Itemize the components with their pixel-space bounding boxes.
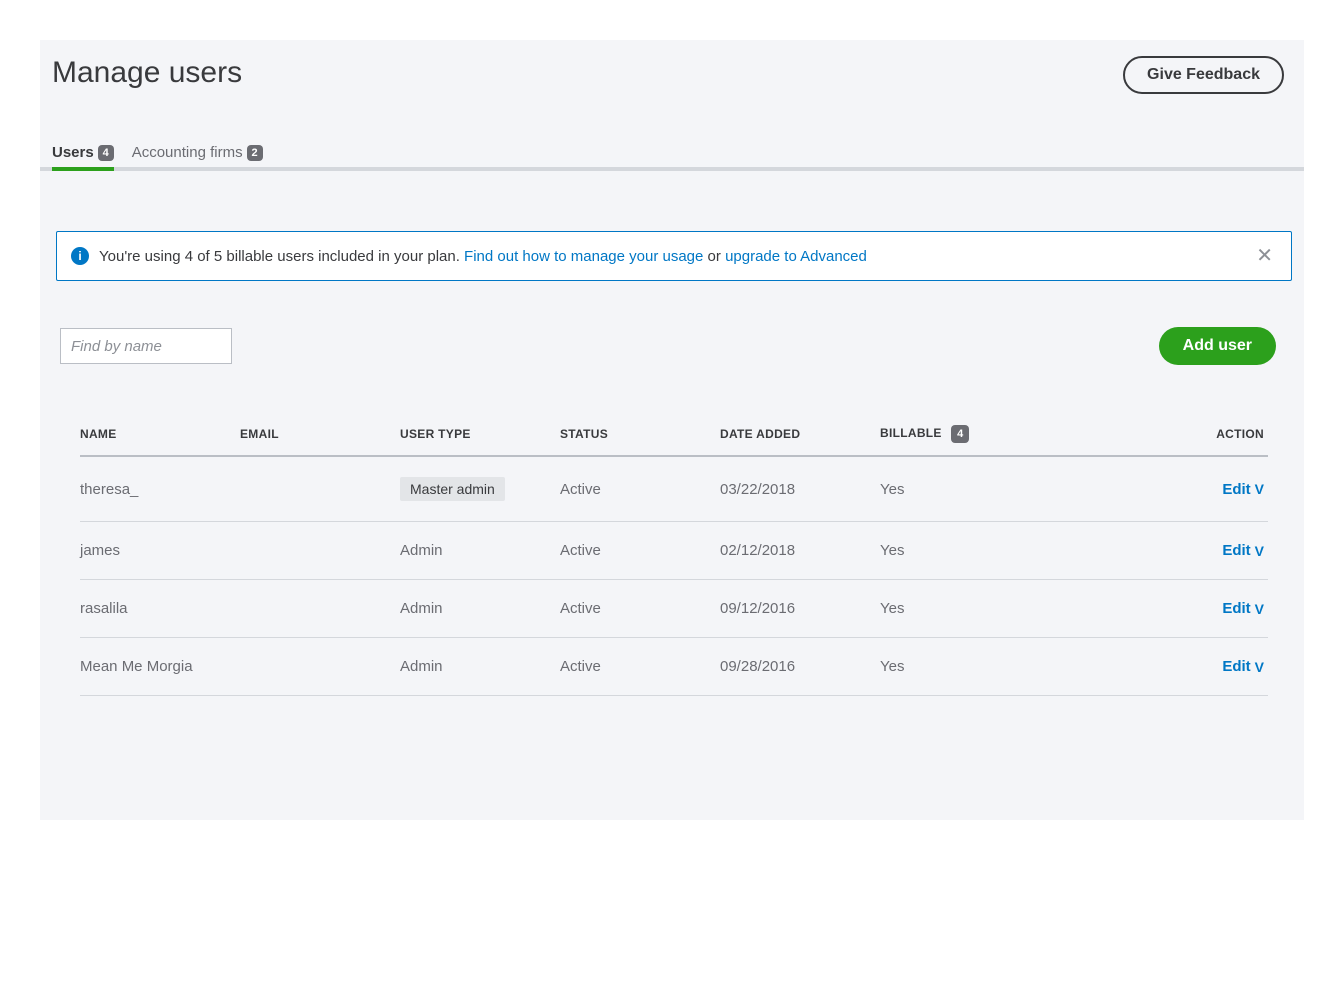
th-billable[interactable]: BILLABLE 4 — [880, 425, 1050, 443]
tabs: Users 4 Accounting firms 2 — [40, 104, 1304, 171]
cell-status: Active — [560, 542, 720, 559]
th-date-added[interactable]: DATE ADDED — [720, 427, 880, 441]
tab-firms-count: 2 — [247, 145, 263, 161]
cell-action: Edit V — [1050, 600, 1268, 617]
notice-body: i You're using 4 of 5 billable users inc… — [71, 247, 867, 265]
cell-name: Mean Me Morgia — [80, 658, 240, 675]
table-header-row: NAME EMAIL USER TYPE STATUS DATE ADDED B… — [80, 415, 1268, 457]
notice-pre: You're using 4 of 5 billable users inclu… — [99, 248, 464, 265]
toolbar: Add user — [60, 327, 1292, 365]
cell-user-type: Admin — [400, 658, 560, 675]
info-icon: i — [71, 247, 89, 265]
tab-users-count: 4 — [98, 145, 114, 161]
table-row: james AdminActive02/12/2018Yes Edit V — [80, 522, 1268, 580]
th-email[interactable]: EMAIL — [240, 427, 400, 441]
cell-action: Edit V — [1050, 658, 1268, 675]
table-row: rasalila AdminActive09/12/2016Yes Edit V — [80, 580, 1268, 638]
th-billable-count: 4 — [951, 425, 969, 443]
users-table: NAME EMAIL USER TYPE STATUS DATE ADDED B… — [60, 415, 1292, 696]
usage-notice: i You're using 4 of 5 billable users inc… — [56, 231, 1292, 281]
edit-label: Edit — [1222, 481, 1250, 498]
edit-button[interactable]: Edit V — [1222, 481, 1264, 498]
cell-status: Active — [560, 658, 720, 675]
edit-label: Edit — [1222, 542, 1250, 559]
cell-date-added: 02/12/2018 — [720, 542, 880, 559]
cell-name: rasalila — [80, 600, 240, 617]
content-area: i You're using 4 of 5 billable users inc… — [40, 171, 1304, 696]
th-action: ACTION — [1050, 427, 1268, 441]
tab-users-label: Users — [52, 144, 94, 161]
notice-text: You're using 4 of 5 billable users inclu… — [99, 248, 867, 265]
cell-billable: Yes — [880, 600, 1050, 617]
manage-users-panel: Manage users Give Feedback Users 4 Accou… — [40, 40, 1304, 820]
table-row: Mean Me Morgia AdminActive09/28/2016Yes Ed… — [80, 638, 1268, 696]
cell-name: theresa_ — [80, 481, 240, 498]
cell-action: Edit V — [1050, 481, 1268, 498]
th-user-type[interactable]: USER TYPE — [400, 427, 560, 441]
close-icon[interactable]: ✕ — [1256, 246, 1273, 266]
page-header: Manage users Give Feedback — [40, 40, 1304, 104]
chevron-down-icon: V — [1255, 543, 1264, 559]
th-billable-label: BILLABLE — [880, 426, 942, 440]
table-body: theresa_Master adminActive03/22/2018YesE… — [80, 457, 1268, 696]
page-title: Manage users — [52, 56, 242, 90]
cell-status: Active — [560, 481, 720, 498]
cell-date-added: 09/12/2016 — [720, 600, 880, 617]
tab-accounting-firms[interactable]: Accounting firms 2 — [132, 144, 263, 167]
manage-usage-link[interactable]: Find out how to manage your usage — [464, 248, 703, 265]
cell-billable: Yes — [880, 542, 1050, 559]
cell-user-type: Admin — [400, 542, 560, 559]
cell-action: Edit V — [1050, 542, 1268, 559]
edit-button[interactable]: Edit V — [1222, 600, 1264, 617]
chevron-down-icon: V — [1255, 659, 1264, 675]
give-feedback-button[interactable]: Give Feedback — [1123, 56, 1284, 94]
upgrade-link[interactable]: upgrade to Advanced — [725, 248, 867, 265]
cell-name: james — [80, 542, 240, 559]
table-row: theresa_ Master admin Active03/22/2018Yes E… — [80, 457, 1268, 522]
th-name[interactable]: NAME — [80, 427, 240, 441]
th-status[interactable]: STATUS — [560, 427, 720, 441]
add-user-button[interactable]: Add user — [1159, 327, 1276, 365]
cell-date-added: 09/28/2016 — [720, 658, 880, 675]
cell-billable: Yes — [880, 481, 1050, 498]
search-input[interactable] — [60, 328, 232, 364]
cell-user-type: Master admin — [400, 477, 560, 501]
edit-button[interactable]: Edit V — [1222, 658, 1264, 675]
cell-date-added: 03/22/2018 — [720, 481, 880, 498]
edit-button[interactable]: Edit V — [1222, 542, 1264, 559]
cell-user-type: Admin — [400, 600, 560, 617]
chevron-down-icon: V — [1255, 601, 1264, 617]
master-admin-badge: Master admin — [400, 477, 505, 501]
cell-status: Active — [560, 600, 720, 617]
chevron-down-icon: V — [1255, 481, 1264, 497]
notice-mid: or — [703, 248, 725, 265]
tab-firms-label: Accounting firms — [132, 144, 243, 161]
tab-users[interactable]: Users 4 — [52, 144, 114, 167]
edit-label: Edit — [1222, 658, 1250, 675]
edit-label: Edit — [1222, 600, 1250, 617]
cell-billable: Yes — [880, 658, 1050, 675]
